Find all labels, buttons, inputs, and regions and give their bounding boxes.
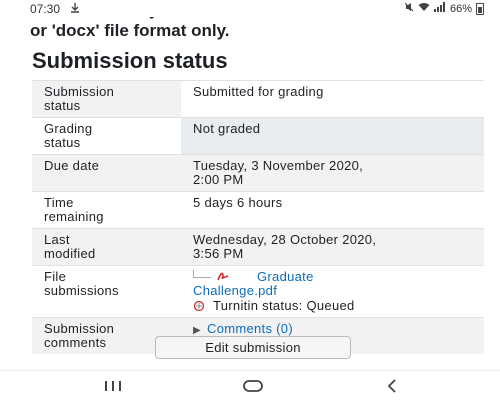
status-icons: 66% [404,2,484,15]
value-file-submissions: Graduate Challenge.pdf Turnitin status: … [181,266,484,318]
label-submission-status: Submission status [32,80,181,118]
edit-submission-button[interactable]: Edit submission [155,336,351,359]
page-title: Submission status [32,48,228,73]
row-file-submissions: File submissions Graduate Challenge.pdf [32,265,484,318]
label-time-remaining: Time remaining [44,195,104,224]
turnitin-status: Turnitin status: Queued [193,299,472,313]
comments-link[interactable]: Comments (0) [207,321,293,336]
wifi-icon [418,2,430,15]
file-entry: Graduate [193,270,472,284]
row-grading-status: Grading status Not graded [32,117,484,155]
row-submission-status: Submission status Submitted for grading [32,80,484,118]
file-link-graduate-challenge[interactable]: Graduate [257,270,314,284]
download-notification-icon [70,3,80,16]
notice-line-2: or 'docx' file format only. [30,21,230,40]
battery-percent: 66% [449,2,472,15]
row-time-remaining: Time remaining 5 days 6 hours [32,191,484,229]
back-icon[interactable] [382,377,402,395]
label-due-date: Due date [32,154,181,192]
signal-icon [433,2,446,15]
battery-icon [476,2,484,15]
label-last-modified: Last modified [32,228,181,266]
value-last-modified: Wednesday, 28 October 2020, 3:56 PM [181,228,484,266]
status-bar: 07:30 66% [0,0,500,17]
turnitin-status-text: Turnitin status: Queued [213,298,355,313]
label-grading-status: Grading status [44,121,93,150]
submission-status-table: Submission status Submitted for grading … [32,80,484,354]
mute-icon [404,2,414,15]
row-last-modified: Last modified Wednesday, 28 October 2020… [32,228,484,266]
status-time: 07:30 [30,2,61,16]
file-link-graduate-challenge-cont[interactable]: Challenge.pdf [193,283,277,298]
value-submission-status: Submitted for grading [181,80,484,118]
pdf-file-icon [215,270,231,282]
android-nav-bar [0,370,500,400]
recent-apps-icon[interactable] [100,377,126,395]
turnitin-icon [193,300,205,312]
triangle-right-icon[interactable]: ▶ [193,325,201,336]
value-due-date: Tuesday, 3 November 2020, 2:00 PM [181,154,484,192]
tree-connector [193,270,211,278]
value-time-remaining: 5 days 6 hours [193,195,283,210]
value-grading-status: Not graded [181,117,484,155]
label-file-submissions: File submissions [44,269,119,298]
home-icon[interactable] [242,377,264,395]
row-due-date: Due date Tuesday, 3 November 2020, 2:00 … [32,154,484,192]
